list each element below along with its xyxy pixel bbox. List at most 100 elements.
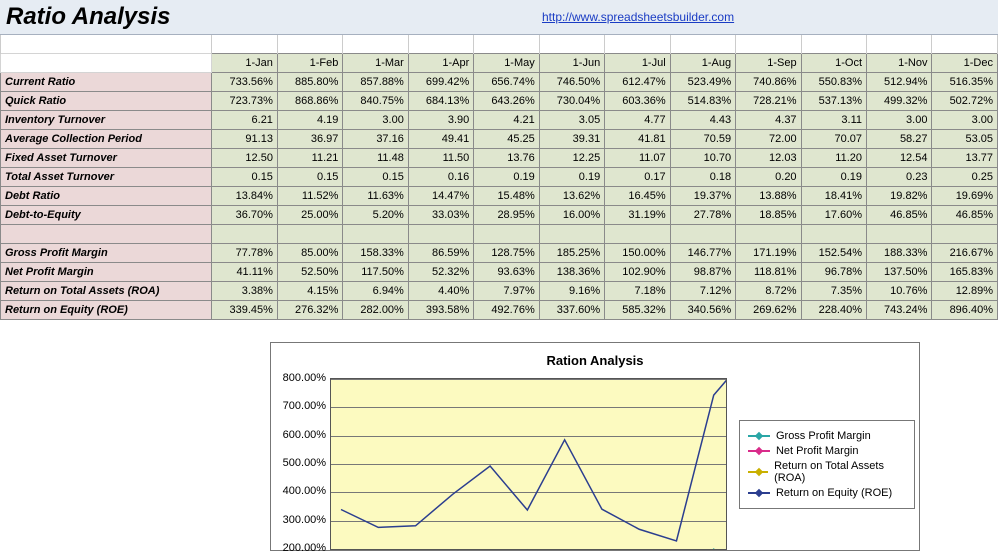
cell-value: 27.78% [670,206,735,225]
cell-value: 6.94% [343,282,408,301]
cell-value: 58.27 [867,130,932,149]
cell-value: 12.25 [539,149,604,168]
cell-value: 15.48% [474,187,539,206]
cell-value: 502.72% [932,92,998,111]
cell-value: 684.13% [408,92,473,111]
cell-value: 70.07 [801,130,866,149]
month-header: 1-Sep [736,54,801,73]
cell-value: 11.20 [801,149,866,168]
cell-value: 91.13 [212,130,277,149]
month-header: 1-Oct [801,54,866,73]
chart-y-tick: 600.00% [283,429,326,441]
cell-value: 0.20 [736,168,801,187]
cell-value: 0.19 [801,168,866,187]
table-row: Gross Profit Margin77.78%85.00%158.33%86… [1,244,998,263]
row-label: Return on Equity (ROE) [1,301,212,320]
legend-item: Return on Equity (ROE) [748,487,906,499]
cell-value: 96.78% [801,263,866,282]
cell-value: 337.60% [539,301,604,320]
chart-title: Ration Analysis [275,349,915,378]
cell-value: 857.88% [343,73,408,92]
cell-value: 31.19% [605,206,670,225]
cell-value: 499.32% [867,92,932,111]
month-header: 1-May [474,54,539,73]
chart-y-tick: 300.00% [283,514,326,526]
cell-value: 33.03% [408,206,473,225]
cell-value: 102.90% [605,263,670,282]
cell-value: 0.17 [605,168,670,187]
cell-value: 0.19 [539,168,604,187]
cell-value: 3.90 [408,111,473,130]
cell-value: 282.00% [343,301,408,320]
cell-value: 492.76% [474,301,539,320]
cell-value: 7.97% [474,282,539,301]
cell-value: 11.48 [343,149,408,168]
cell-value: 0.23 [867,168,932,187]
cell-value: 117.50% [343,263,408,282]
cell-value: 52.32% [408,263,473,282]
cell-value: 3.11 [801,111,866,130]
cell-value: 16.45% [605,187,670,206]
legend-item: Gross Profit Margin [748,430,906,442]
cell-value: 746.50% [539,73,604,92]
cell-value: 6.21 [212,111,277,130]
month-header: 1-Feb [277,54,342,73]
cell-value: 165.83% [932,263,998,282]
table-row: Return on Total Assets (ROA)3.38%4.15%6.… [1,282,998,301]
row-label: Average Collection Period [1,130,212,149]
cell-value: 36.70% [212,206,277,225]
chart-legend: Gross Profit Margin Net Profit Margin Retu… [739,420,915,509]
cell-value: 896.40% [932,301,998,320]
cell-value: 128.75% [474,244,539,263]
cell-value: 25.00% [277,206,342,225]
cell-value: 4.40% [408,282,473,301]
cell-value: 885.80% [277,73,342,92]
month-header: 1-Jul [605,54,670,73]
cell-value: 11.50 [408,149,473,168]
cell-value: 4.21 [474,111,539,130]
month-header: 1-Dec [932,54,998,73]
month-header: 1-Apr [408,54,473,73]
cell-value: 0.15 [277,168,342,187]
table-row: Debt-to-Equity36.70%25.00%5.20%33.03%28.… [1,206,998,225]
table-row: Quick Ratio723.73%868.86%840.75%684.13%6… [1,92,998,111]
cell-value: 0.15 [212,168,277,187]
cell-value: 28.95% [474,206,539,225]
cell-value: 612.47% [605,73,670,92]
cell-value: 70.59 [670,130,735,149]
cell-value: 41.81 [605,130,670,149]
table-row: Fixed Asset Turnover12.5011.2111.4811.50… [1,149,998,168]
row-label: Total Asset Turnover [1,168,212,187]
chart-y-axis: 200.00%300.00%400.00%500.00%600.00%700.0… [275,378,330,550]
row-label: Debt Ratio [1,187,212,206]
chart-container: Ration Analysis 200.00%300.00%400.00%500… [270,342,920,551]
cell-value: 868.86% [277,92,342,111]
table-row: Inventory Turnover6.214.193.003.904.213.… [1,111,998,130]
cell-value: 228.40% [801,301,866,320]
cell-value: 72.00 [736,130,801,149]
table-row: Current Ratio733.56%885.80%857.88%699.42… [1,73,998,92]
row-label: Debt-to-Equity [1,206,212,225]
cell-value: 10.70 [670,149,735,168]
cell-value: 93.63% [474,263,539,282]
cell-value: 138.36% [539,263,604,282]
cell-value: 46.85% [932,206,998,225]
legend-item: Return on Total Assets (ROA) [748,460,906,484]
row-label: Net Profit Margin [1,263,212,282]
cell-value: 743.24% [867,301,932,320]
cell-value: 185.25% [539,244,604,263]
cell-value: 37.16 [343,130,408,149]
source-link[interactable]: http://www.spreadsheetsbuilder.com [542,10,734,24]
legend-item: Net Profit Margin [748,445,906,457]
cell-value: 603.36% [605,92,670,111]
cell-value: 740.86% [736,73,801,92]
cell-value: 11.63% [343,187,408,206]
cell-value: 537.13% [801,92,866,111]
cell-value: 12.89% [932,282,998,301]
cell-value: 36.97 [277,130,342,149]
cell-value: 9.16% [539,282,604,301]
chart-y-tick: 500.00% [283,457,326,469]
cell-value: 45.25 [474,130,539,149]
cell-value: 4.15% [277,282,342,301]
cell-value: 585.32% [605,301,670,320]
